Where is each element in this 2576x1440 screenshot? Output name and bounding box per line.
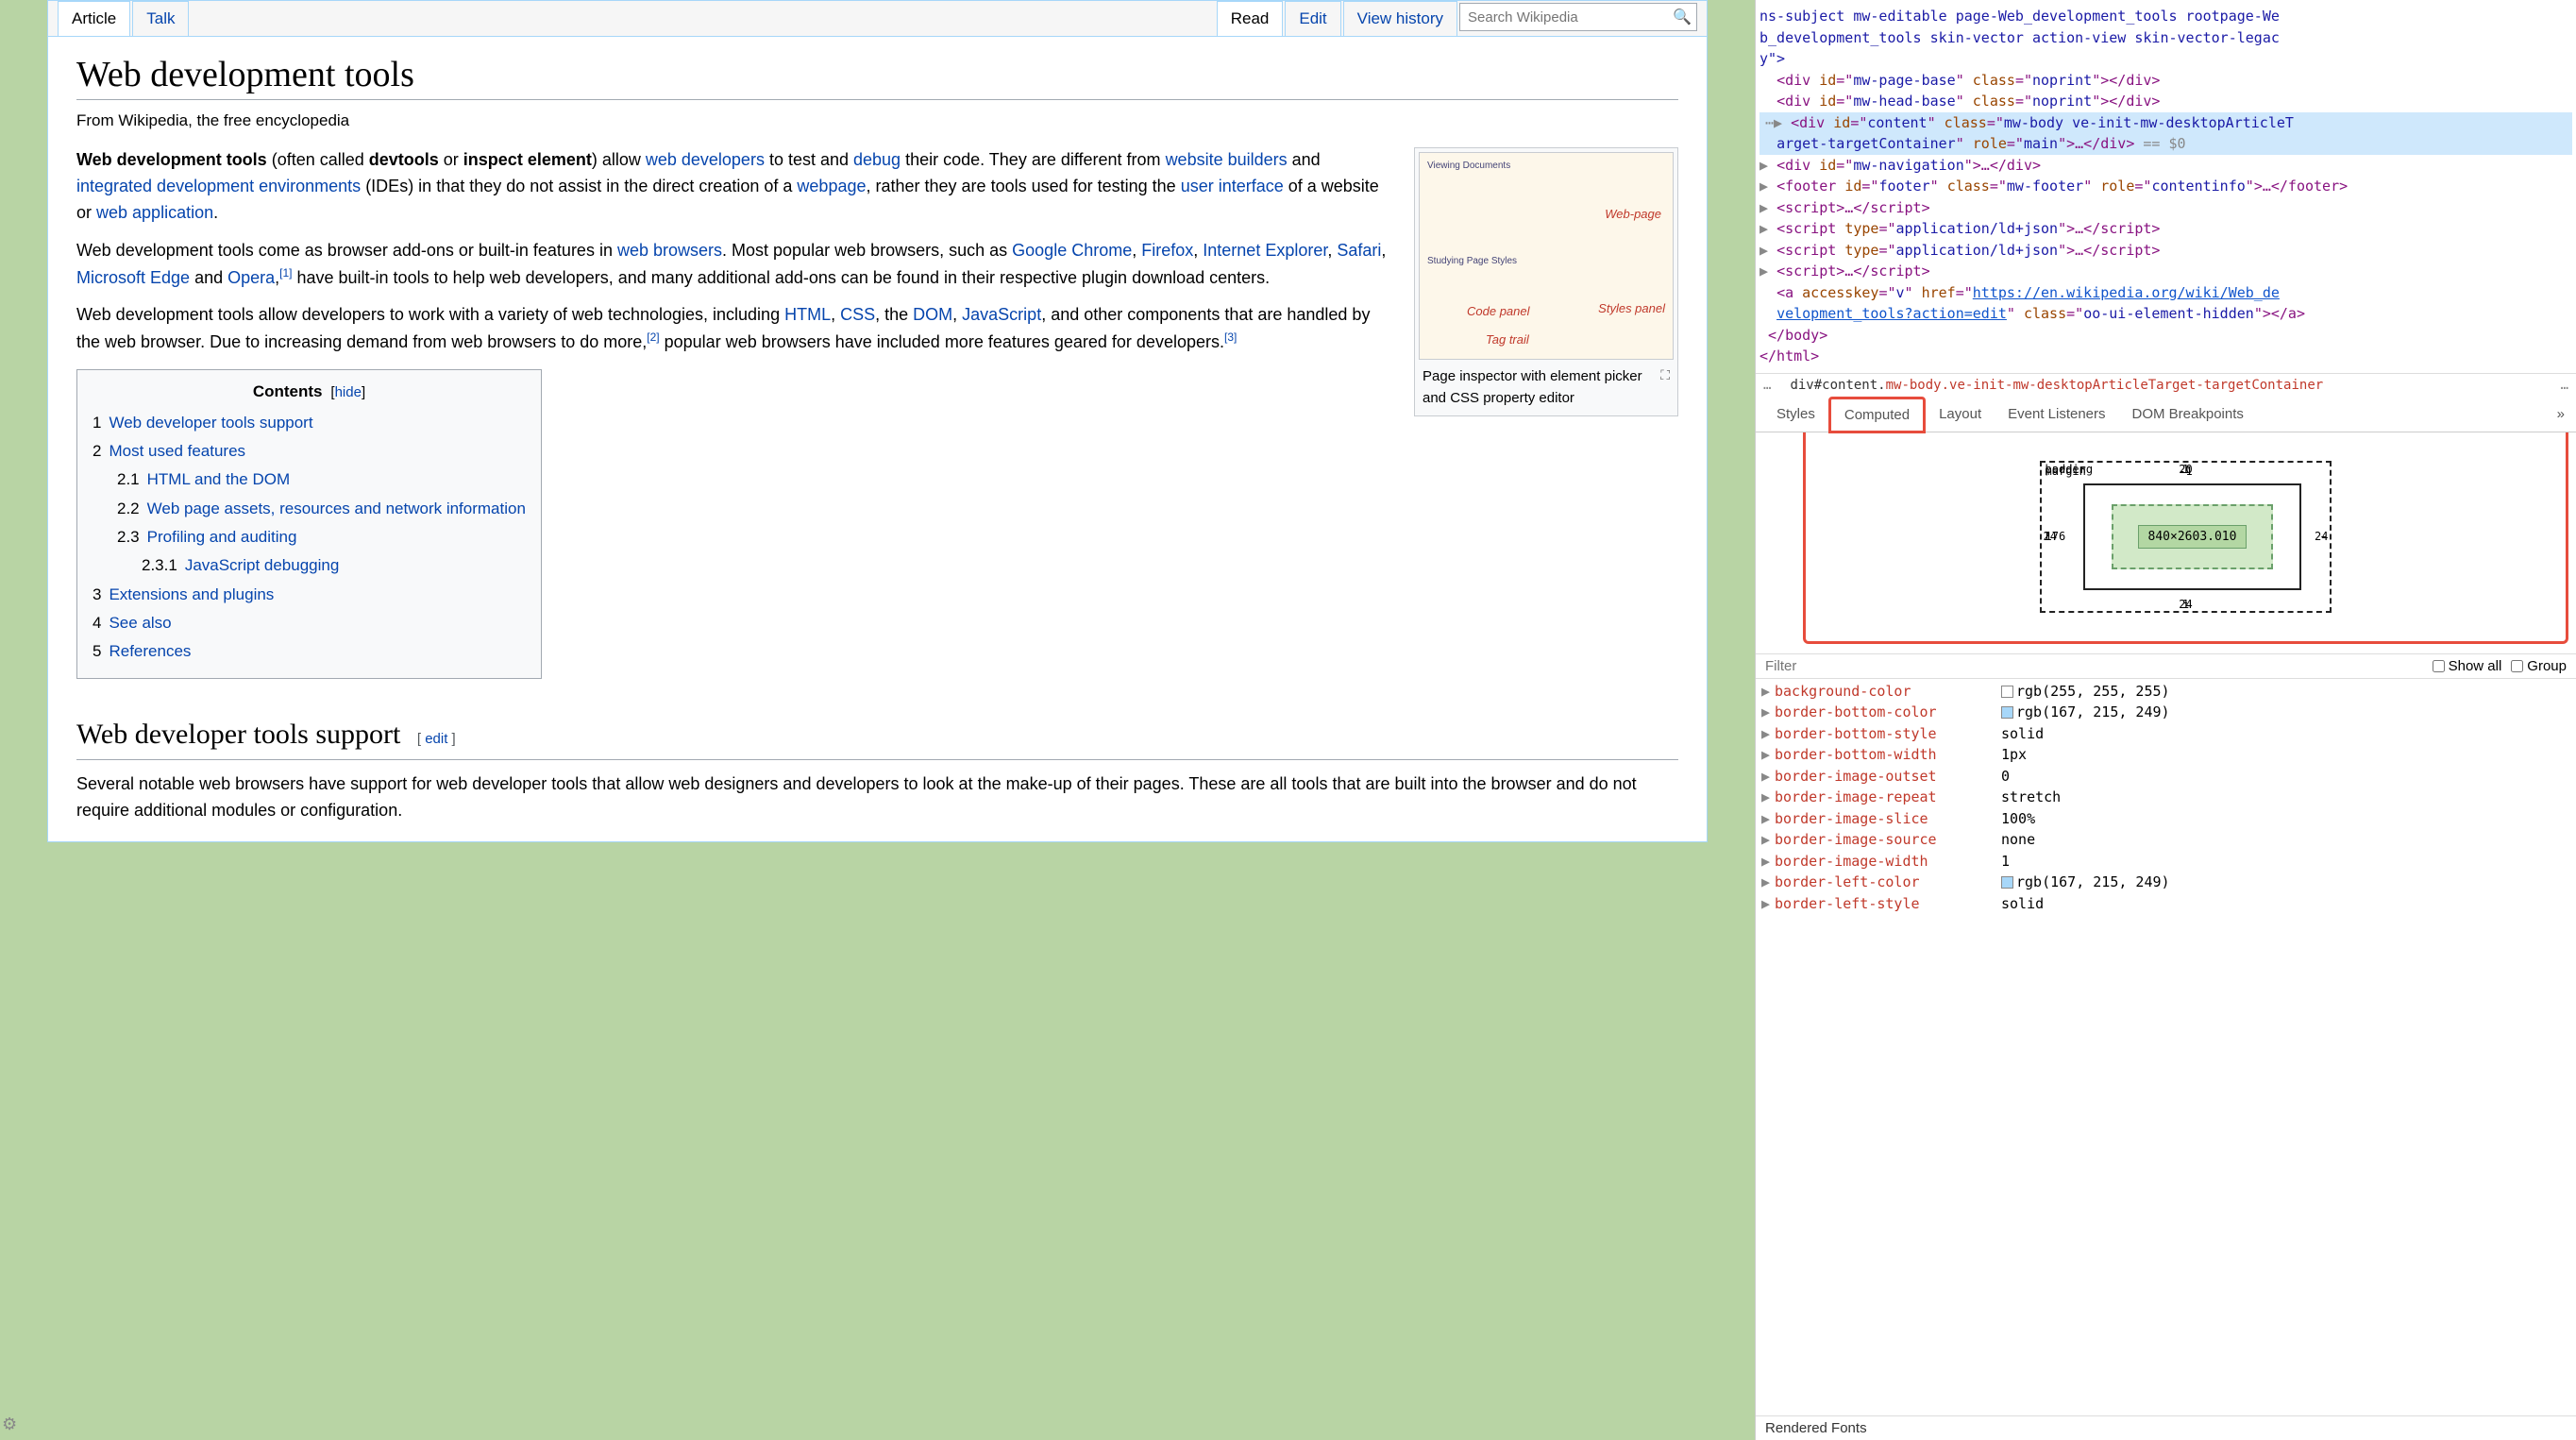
dom-node[interactable]: ▶ <script>…</script> — [1759, 261, 2572, 282]
dom-node[interactable]: ▶ <script type="application/ld+json">…</… — [1759, 240, 2572, 262]
property-row[interactable]: ▶border-image-slice100% — [1761, 808, 2567, 830]
dom-node[interactable]: <div id="mw-page-base" class="noprint"><… — [1759, 70, 2572, 92]
left-tabs: Article Talk — [58, 1, 191, 36]
property-row[interactable]: ▶border-image-width1 — [1761, 851, 2567, 872]
property-row[interactable]: ▶border-left-colorrgb(167, 215, 249) — [1761, 872, 2567, 893]
tab-styles[interactable]: Styles — [1763, 398, 1828, 430]
property-row[interactable]: ▶border-image-repeatstretch — [1761, 787, 2567, 808]
property-row[interactable]: ▶border-image-sourcenone — [1761, 829, 2567, 851]
box-model[interactable]: margin -1 176 - - border 1 1 - 1 padding… — [2040, 461, 2332, 613]
thumbnail-box: Viewing Documents Web-page Studying Page… — [1414, 147, 1678, 416]
property-row[interactable]: ▶background-colorrgb(255, 255, 255) — [1761, 681, 2567, 703]
tab-dom-breakpoints[interactable]: DOM Breakpoints — [2119, 398, 2257, 430]
devtools-pane: ns-subject mw-editable page-Web_developm… — [1755, 0, 2576, 1440]
toc-item[interactable]: 2Most used features — [93, 439, 526, 464]
toc-title: Contents [hide] — [93, 380, 526, 404]
paragraph-4: Several notable web browsers have suppor… — [76, 771, 1678, 824]
dom-breadcrumb[interactable]: … div#content.mw-body.ve-init-mw-desktop… — [1756, 373, 2576, 397]
gear-icon[interactable]: ⚙ — [2, 1415, 17, 1434]
dom-node-selected[interactable]: ⋯▶ <div id="content" class="mw-body ve-i… — [1759, 112, 2572, 134]
link-ui[interactable]: user interface — [1181, 177, 1284, 195]
tab-history[interactable]: View history — [1343, 1, 1457, 36]
browser-content-pane: Article Talk Read Edit View history 🔍 We… — [0, 0, 1755, 1440]
link-webpage[interactable]: webpage — [797, 177, 866, 195]
group-checkbox[interactable]: Group — [2511, 658, 2567, 674]
tab-talk[interactable]: Talk — [132, 1, 189, 36]
toc-item[interactable]: 3Extensions and plugins — [93, 583, 526, 607]
toc-item[interactable]: 2.2Web page assets, resources and networ… — [117, 497, 526, 521]
show-all-checkbox[interactable]: Show all — [2433, 658, 2502, 674]
toc-item[interactable]: 5References — [93, 639, 526, 664]
tab-edit[interactable]: Edit — [1285, 1, 1340, 36]
tab-article[interactable]: Article — [58, 1, 130, 36]
tab-read[interactable]: Read — [1217, 1, 1284, 36]
property-row[interactable]: ▶border-bottom-colorrgb(167, 215, 249) — [1761, 702, 2567, 723]
filter-row: Show all Group — [1756, 653, 2576, 679]
search-box[interactable]: 🔍 — [1459, 3, 1697, 31]
dom-node[interactable]: ▶ <script type="application/ld+json">…</… — [1759, 218, 2572, 240]
box-model-highlight: margin -1 176 - - border 1 1 - 1 padding… — [1803, 432, 2568, 644]
dom-node[interactable]: ▶ <script>…</script> — [1759, 197, 2572, 219]
dom-node[interactable]: <a accesskey="v" href="https://en.wikipe… — [1759, 282, 2572, 304]
computed-properties-list[interactable]: ▶background-colorrgb(255, 255, 255)▶bord… — [1756, 679, 2576, 1416]
citation-3[interactable]: [3] — [1224, 330, 1237, 344]
tab-event-listeners[interactable]: Event Listeners — [1995, 398, 2118, 430]
dom-node[interactable]: ▶ <footer id="footer" class="mw-footer" … — [1759, 176, 2572, 197]
thumbnail-image[interactable]: Viewing Documents Web-page Studying Page… — [1419, 152, 1674, 360]
right-tabs: Read Edit View history 🔍 — [1217, 1, 1697, 36]
link-webapp[interactable]: web application — [96, 203, 213, 222]
section-heading: Web developer tools support [ edit ] — [76, 713, 1678, 761]
dom-tree[interactable]: ns-subject mw-editable page-Web_developm… — [1756, 0, 2576, 373]
expand-icon[interactable]: ⛶ — [1660, 365, 1670, 386]
toc-hide-link[interactable]: hide — [335, 384, 362, 400]
property-row[interactable]: ▶border-bottom-width1px — [1761, 744, 2567, 766]
article-frame: Article Talk Read Edit View history 🔍 We… — [47, 0, 1708, 842]
property-row[interactable]: ▶border-image-outset0 — [1761, 766, 2567, 788]
page-subtitle: From Wikipedia, the free encyclopedia — [76, 111, 1678, 130]
article-body: Web development tools From Wikipedia, th… — [48, 37, 1707, 841]
link-debug[interactable]: debug — [853, 150, 901, 169]
page-tabs-row: Article Talk Read Edit View history 🔍 — [48, 1, 1707, 37]
content: Viewing Documents Web-page Studying Page… — [76, 147, 1678, 824]
filter-input[interactable] — [1765, 658, 2423, 674]
link-ide[interactable]: integrated development environments — [76, 177, 361, 195]
property-row[interactable]: ▶border-bottom-stylesolid — [1761, 723, 2567, 745]
thumbnail-caption: ⛶ Page inspector with element picker and… — [1419, 360, 1674, 412]
styles-panel-tabs: Styles Computed Layout Event Listeners D… — [1756, 397, 2576, 432]
page-title: Web development tools — [76, 54, 1678, 100]
search-input[interactable] — [1460, 6, 1668, 29]
rendered-fonts-section[interactable]: Rendered Fonts — [1756, 1415, 2576, 1440]
citation-2[interactable]: [2] — [647, 330, 659, 344]
edit-section-link[interactable]: edit — [425, 731, 447, 747]
dom-node[interactable]: <div id="mw-head-base" class="noprint"><… — [1759, 91, 2572, 112]
search-icon[interactable]: 🔍 — [1668, 8, 1696, 26]
toc-item[interactable]: 2.3.1JavaScript debugging — [142, 553, 526, 578]
more-tabs-icon[interactable]: » — [2546, 398, 2576, 430]
property-row[interactable]: ▶border-left-stylesolid — [1761, 893, 2567, 915]
toc-item[interactable]: 2.1HTML and the DOM — [117, 467, 526, 492]
citation-1[interactable]: [1] — [279, 266, 292, 280]
toc-item[interactable]: 4See also — [93, 611, 526, 635]
dom-node[interactable]: ▶ <div id="mw-navigation">…</div> — [1759, 155, 2572, 177]
link-web-developers[interactable]: web developers — [646, 150, 765, 169]
tab-layout[interactable]: Layout — [1926, 398, 1995, 430]
table-of-contents: Contents [hide] 1Web developer tools sup… — [76, 369, 542, 678]
tab-computed[interactable]: Computed — [1828, 397, 1926, 433]
link-website-builders[interactable]: website builders — [1166, 150, 1288, 169]
toc-item[interactable]: 1Web developer tools support — [93, 411, 526, 435]
toc-item[interactable]: 2.3Profiling and auditing — [117, 525, 526, 550]
